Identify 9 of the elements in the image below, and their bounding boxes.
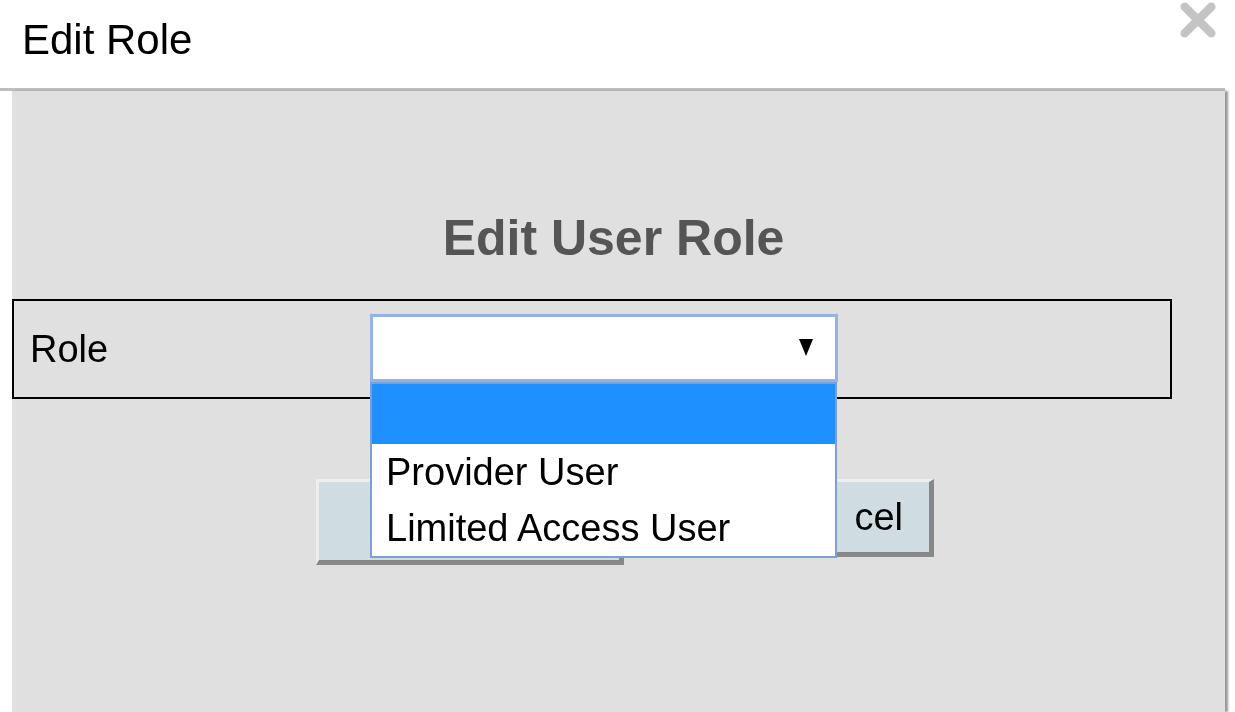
dialog-heading: Edit User Role — [441, 209, 786, 267]
role-dropdown[interactable] — [370, 314, 838, 382]
dropdown-option[interactable]: Provider User — [372, 444, 835, 500]
dropdown-option[interactable] — [372, 384, 835, 444]
window-title: Edit Role — [22, 16, 193, 64]
field-label: Role — [30, 327, 110, 371]
caret-icon — [799, 339, 813, 356]
close-icon[interactable] — [1179, 1, 1217, 39]
dropdown-option[interactable]: Limited Access User — [372, 500, 835, 556]
